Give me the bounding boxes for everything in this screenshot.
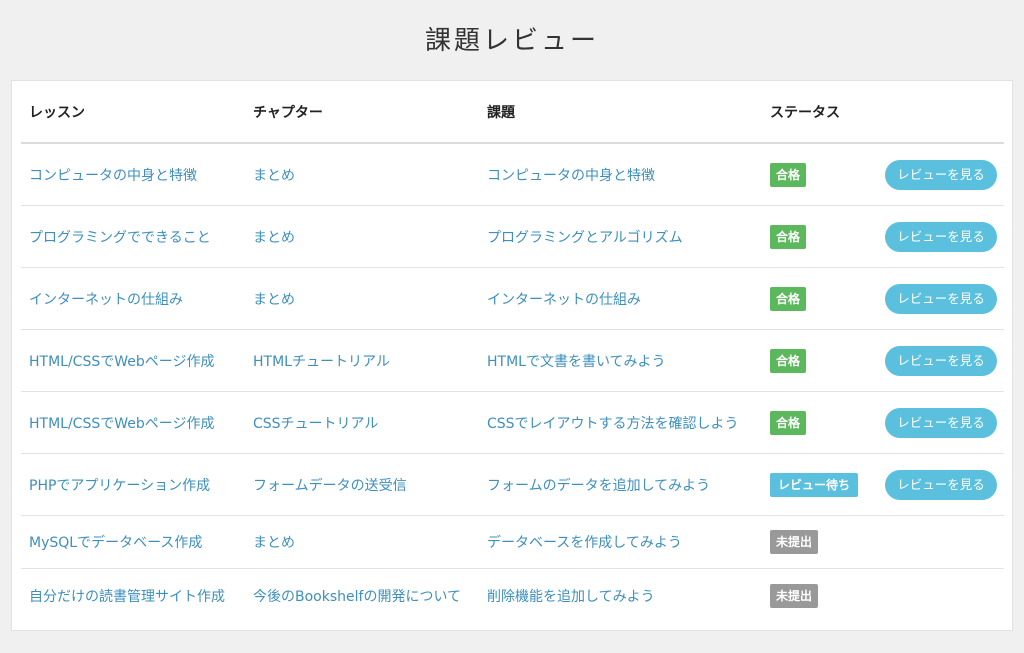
lesson-link[interactable]: HTML/CSSでWebページ作成	[29, 413, 214, 433]
status-badge: 未提出	[770, 530, 819, 554]
status-badge: 合格	[770, 348, 807, 373]
status-badge-cell: 合格	[770, 330, 880, 391]
table-row: コンピュータの中身と特徴 まとめ コンピュータの中身と特徴 合格 レビューを見る	[21, 144, 1004, 206]
status-badge: 合格	[770, 162, 807, 187]
task-link-cell: CSSでレイアウトする方法を確認しよう	[487, 392, 767, 453]
view-review-button[interactable]: レビューを見る	[885, 345, 997, 376]
view-review-button-cell: レビューを見る	[885, 330, 1003, 391]
task-link[interactable]: CSSでレイアウトする方法を確認しよう	[487, 413, 739, 433]
chapter-link[interactable]: 今後のBookshelfの開発について	[253, 586, 461, 606]
task-link-cell: HTMLで文書を書いてみよう	[487, 330, 767, 391]
lesson-link-cell: コンピュータの中身と特徴	[29, 144, 251, 205]
chapter-link-cell: まとめ	[253, 268, 485, 329]
task-link-cell: プログラミングとアルゴリズム	[487, 206, 767, 267]
lesson-link[interactable]: MySQLでデータベース作成	[29, 532, 202, 552]
lesson-link-cell: プログラミングでできること	[29, 206, 251, 267]
lesson-link-cell: HTML/CSSでWebページ作成	[29, 330, 251, 391]
lesson-link[interactable]: コンピュータの中身と特徴	[29, 165, 197, 185]
chapter-link[interactable]: まとめ	[253, 532, 295, 552]
lesson-link-cell: MySQLでデータベース作成	[29, 516, 251, 568]
chapter-link-cell: HTMLチュートリアル	[253, 330, 485, 391]
task-link[interactable]: データベースを作成してみよう	[487, 532, 682, 552]
lesson-link-cell: インターネットの仕組み	[29, 268, 251, 329]
view-review-button-cell: レビューを見る	[885, 392, 1003, 453]
lesson-link[interactable]: インターネットの仕組み	[29, 289, 183, 309]
task-link-cell: フォームのデータを追加してみよう	[487, 454, 767, 515]
task-link[interactable]: インターネットの仕組み	[487, 289, 641, 309]
status-badge-cell: 合格	[770, 206, 880, 267]
lesson-link[interactable]: 自分だけの読書管理サイト作成	[29, 586, 225, 606]
lesson-link[interactable]: PHPでアプリケーション作成	[29, 475, 210, 495]
view-review-button-cell: レビューを見る	[885, 454, 1003, 515]
view-review-button[interactable]: レビューを見る	[885, 407, 997, 438]
task-link[interactable]: プログラミングとアルゴリズム	[487, 227, 683, 247]
task-link-cell: 削除機能を追加してみよう	[487, 569, 767, 622]
chapter-link-cell: まとめ	[253, 516, 485, 568]
chapter-link-cell: CSSチュートリアル	[253, 392, 485, 453]
chapter-link-cell: 今後のBookshelfの開発について	[253, 569, 485, 622]
chapter-link[interactable]: フォームデータの送受信	[253, 475, 407, 495]
status-badge-cell: 未提出	[770, 516, 880, 568]
task-link[interactable]: フォームのデータを追加してみよう	[487, 475, 710, 495]
task-link-cell: コンピュータの中身と特徴	[487, 144, 767, 205]
status-badge-cell: 未提出	[770, 569, 880, 622]
table-header-row: レッスン チャプター 課題 ステータス	[21, 81, 1004, 144]
header-chapter: チャプター	[253, 104, 323, 121]
status-badge-cell: 合格	[770, 144, 880, 205]
view-review-button[interactable]: レビューを見る	[885, 221, 997, 252]
view-review-button-cell: レビューを見る	[885, 268, 1003, 329]
task-link[interactable]: コンピュータの中身と特徴	[487, 165, 655, 185]
chapter-link[interactable]: まとめ	[253, 227, 295, 247]
header-task: 課題	[487, 104, 515, 121]
task-link-cell: インターネットの仕組み	[487, 268, 767, 329]
review-card: レッスン チャプター 課題 ステータス コンピュータの中身と特徴 まとめ コンピュー…	[11, 80, 1013, 631]
table-row: PHPでアプリケーション作成 フォームデータの送受信 フォームのデータを追加してみよ…	[21, 454, 1004, 516]
view-review-button[interactable]: レビューを見る	[885, 283, 997, 314]
view-review-button-cell: レビューを見る	[885, 206, 1003, 267]
lesson-link-cell: 自分だけの読書管理サイト作成	[29, 569, 251, 622]
status-badge: 合格	[770, 224, 807, 249]
table-body: コンピュータの中身と特徴 まとめ コンピュータの中身と特徴 合格 レビューを見る プログラ…	[21, 144, 1004, 622]
chapter-link-cell: まとめ	[253, 144, 485, 205]
table-row: インターネットの仕組み まとめ インターネットの仕組み 合格 レビューを見る	[21, 268, 1004, 330]
header-status: ステータス	[770, 104, 840, 121]
review-table: レッスン チャプター 課題 ステータス コンピュータの中身と特徴 まとめ コンピュー…	[21, 81, 1004, 622]
lesson-link-cell: PHPでアプリケーション作成	[29, 454, 251, 515]
page-title: 課題レビュー	[424, 26, 599, 56]
view-review-button-cell: レビューを見る	[885, 144, 1003, 205]
table-row: HTML/CSSでWebページ作成 CSSチュートリアル CSSでレイアウトする方法…	[21, 392, 1004, 454]
view-review-button[interactable]: レビューを見る	[885, 469, 997, 500]
chapter-link[interactable]: HTMLチュートリアル	[253, 351, 390, 371]
task-link[interactable]: HTMLで文書を書いてみよう	[487, 351, 666, 371]
table-row: 自分だけの読書管理サイト作成 今後のBookshelfの開発について 削除機能を追加…	[21, 569, 1004, 622]
status-badge-cell: レビュー待ち	[770, 454, 880, 515]
lesson-link[interactable]: プログラミングでできること	[29, 227, 211, 247]
table-row: HTML/CSSでWebページ作成 HTMLチュートリアル HTMLで文書を書いてみ…	[21, 330, 1004, 392]
status-badge: 合格	[770, 410, 807, 435]
status-badge: レビュー待ち	[770, 472, 859, 497]
lesson-link-cell: HTML/CSSでWebページ作成	[29, 392, 251, 453]
chapter-link[interactable]: まとめ	[253, 289, 295, 309]
chapter-link[interactable]: まとめ	[253, 165, 295, 185]
status-badge-cell: 合格	[770, 268, 880, 329]
view-review-button[interactable]: レビューを見る	[885, 159, 997, 190]
chapter-link-cell: まとめ	[253, 206, 485, 267]
table-row: MySQLでデータベース作成 まとめ データベースを作成してみよう 未提出	[21, 516, 1004, 569]
status-badge: 合格	[770, 286, 807, 311]
status-badge: 未提出	[770, 583, 819, 608]
chapter-link-cell: フォームデータの送受信	[253, 454, 485, 515]
table-row: プログラミングでできること まとめ プログラミングとアルゴリズム 合格 レビューを見る	[21, 206, 1004, 268]
task-link-cell: データベースを作成してみよう	[487, 516, 767, 568]
header-lesson: レッスン	[29, 104, 85, 121]
lesson-link[interactable]: HTML/CSSでWebページ作成	[29, 351, 214, 371]
chapter-link[interactable]: CSSチュートリアル	[253, 413, 378, 433]
status-badge-cell: 合格	[770, 392, 880, 453]
task-link[interactable]: 削除機能を追加してみよう	[487, 586, 655, 606]
